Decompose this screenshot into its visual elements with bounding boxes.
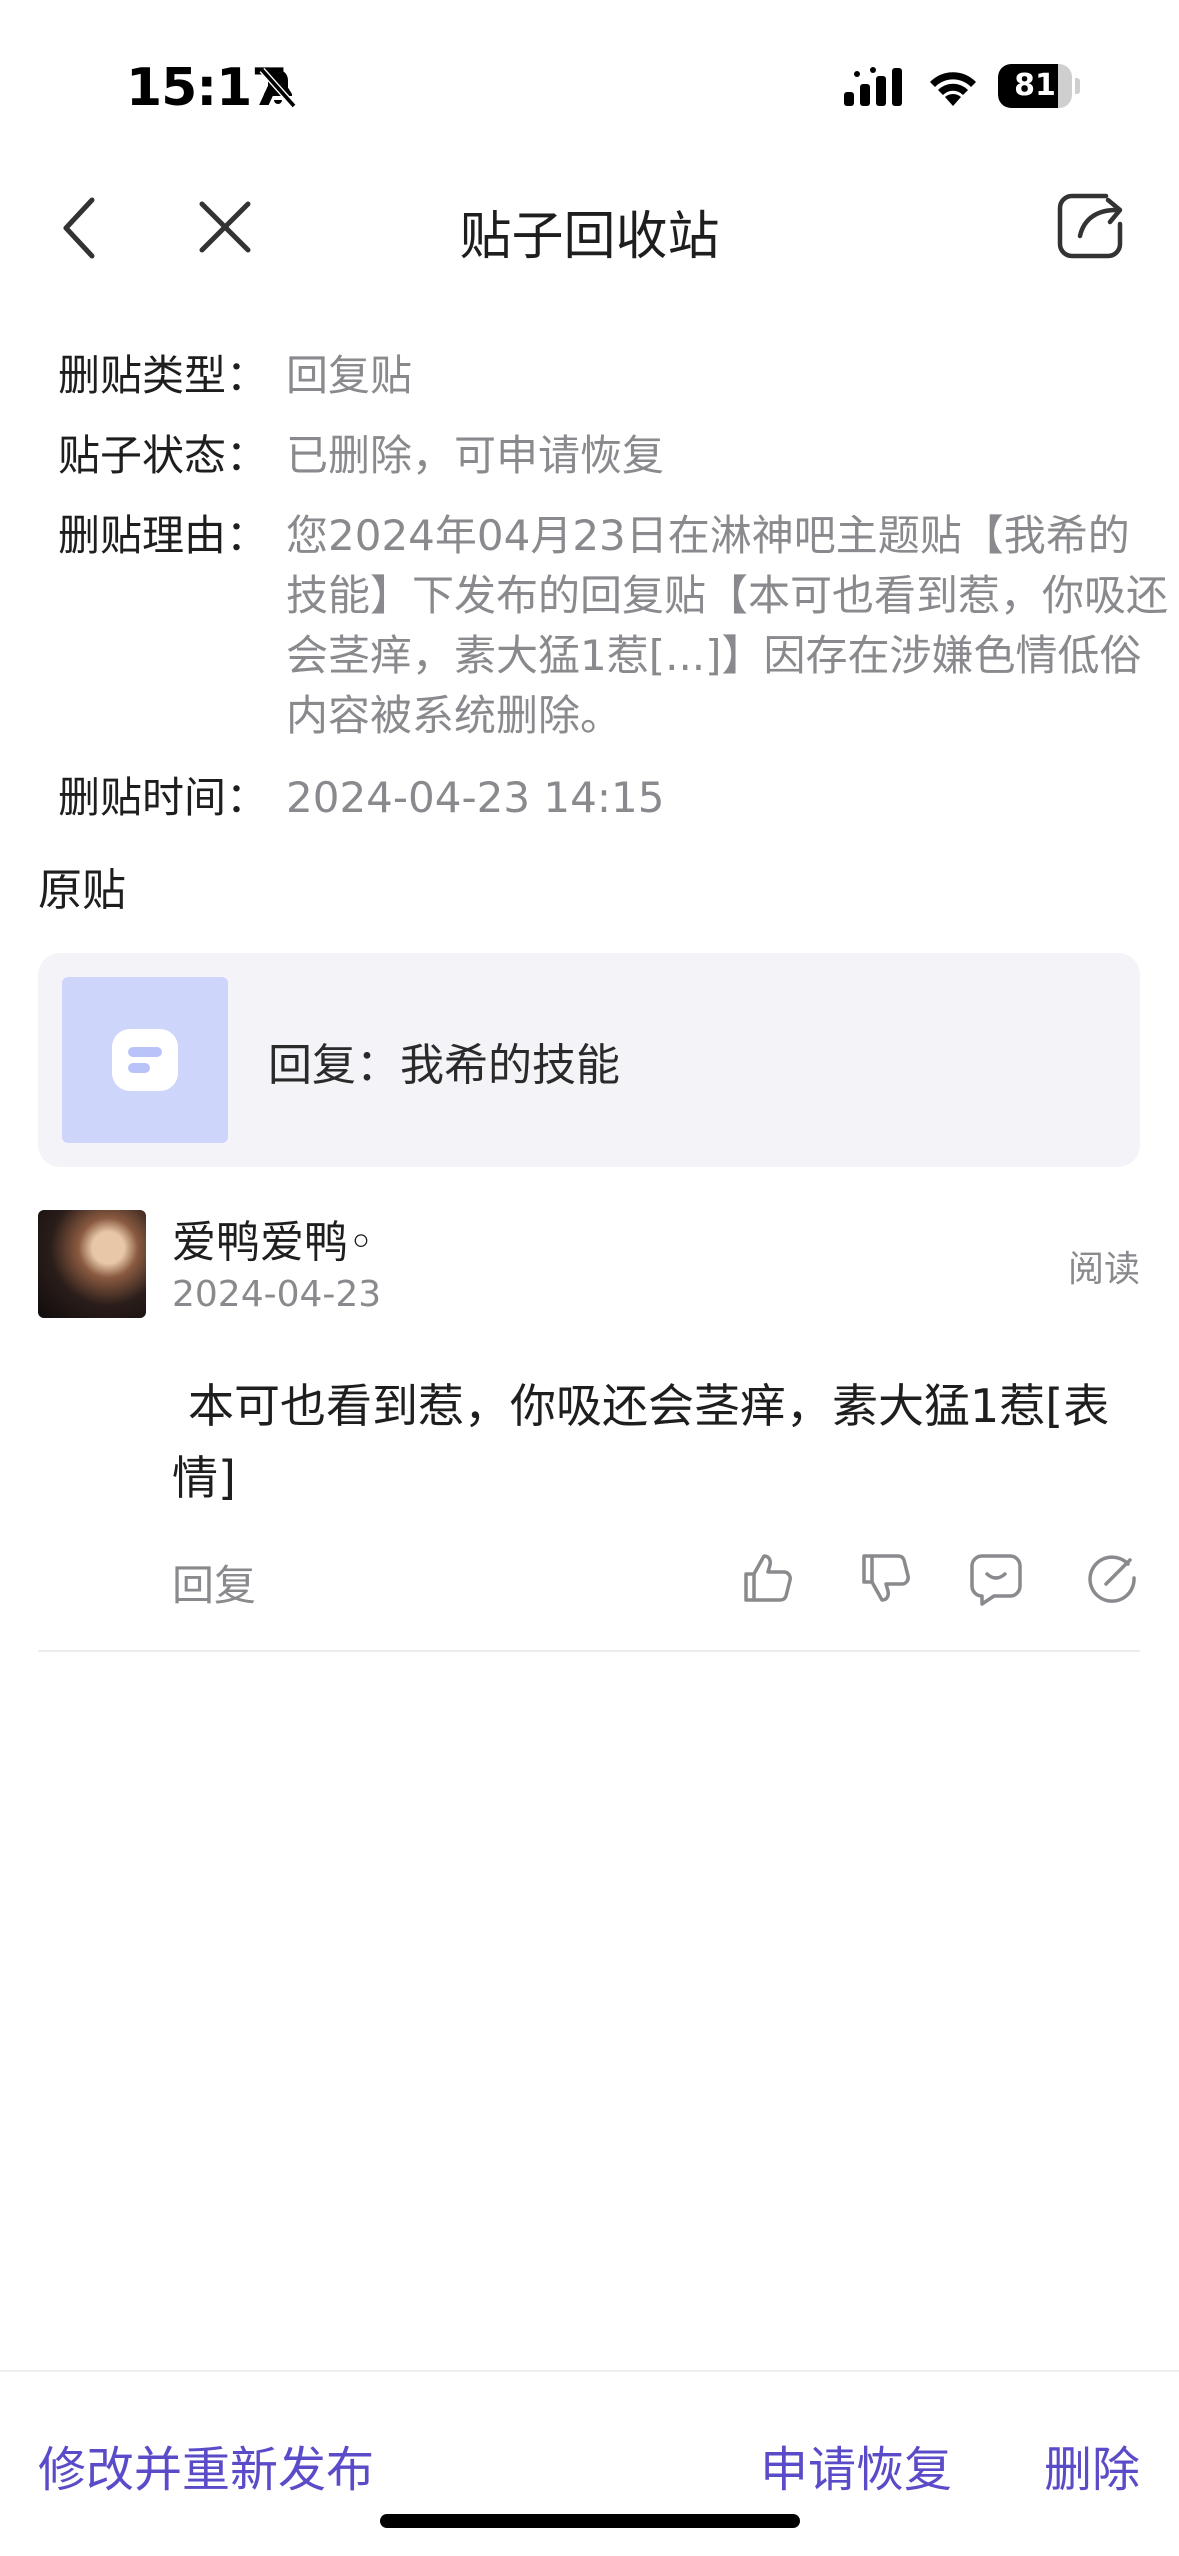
battery-icon: 81	[998, 64, 1080, 108]
request-restore-button[interactable]: 申请恢复	[760, 2430, 952, 2500]
wifi-icon	[930, 72, 976, 106]
original-post-card[interactable]: 回复：我希的技能	[38, 953, 1140, 1167]
bell-muted-icon	[259, 67, 297, 109]
avatar[interactable]	[38, 1210, 146, 1318]
thumbs-up-icon[interactable]	[740, 1550, 796, 1606]
original-post-title: 回复：我希的技能	[268, 1040, 620, 1091]
post-status-value: 已删除，可申请恢复	[286, 431, 665, 480]
delete-type-row: 删贴类型： 回复贴	[58, 346, 1168, 406]
delete-time-label: 删贴时间：	[58, 773, 269, 822]
delete-time-row: 删贴时间： 2024-04-23 14:15	[58, 768, 1168, 828]
status-bar: 15:17 81	[0, 0, 1179, 170]
post-divider	[38, 1650, 1140, 1652]
home-indicator[interactable]	[380, 2514, 800, 2528]
post-status-label: 贴子状态：	[58, 431, 269, 480]
bottom-bar-divider	[0, 2370, 1179, 2372]
page-title: 贴子回收站	[459, 207, 720, 267]
username[interactable]: 爱鸭爱鸭◦	[172, 1206, 374, 1270]
delete-button[interactable]: 删除	[1044, 2430, 1140, 2500]
nav-bar: 贴子回收站	[0, 170, 1179, 290]
original-post-heading: 原贴	[38, 865, 126, 916]
delete-reason-row: 删贴理由： 您2024年04月23日在淋神吧主题贴【我希的技能】下发布的回复贴【…	[58, 506, 1168, 746]
battery-level: 81	[1014, 68, 1056, 103]
share-icon[interactable]	[1052, 186, 1132, 266]
post-content: 本可也看到惹，你吸还会茎痒，素大猛1惹[表情]	[172, 1379, 1110, 1505]
post-thumbnail-icon	[62, 977, 228, 1143]
delete-reason-label: 删贴理由：	[58, 511, 269, 560]
thumbs-down-icon[interactable]	[858, 1550, 914, 1606]
delete-type-label: 删贴类型：	[58, 351, 269, 400]
cellular-signal-icon	[844, 67, 902, 106]
comment-icon[interactable]	[968, 1550, 1024, 1606]
delete-time-value: 2024-04-23 14:15	[286, 773, 665, 822]
reply-button[interactable]: 回复	[172, 1552, 256, 1613]
post-date: 2024-04-23	[172, 1274, 382, 1315]
read-button[interactable]: 阅读	[1068, 1240, 1140, 1292]
delete-reason-value: 您2024年04月23日在淋神吧主题贴【我希的技能】下发布的回复贴【本可也看到惹…	[286, 511, 1169, 740]
delete-type-value: 回复贴	[286, 351, 413, 400]
edit-icon[interactable]	[1084, 1550, 1140, 1606]
edit-republish-button[interactable]: 修改并重新发布	[38, 2430, 374, 2500]
post-status-row: 贴子状态： 已删除，可申请恢复	[58, 426, 1168, 486]
